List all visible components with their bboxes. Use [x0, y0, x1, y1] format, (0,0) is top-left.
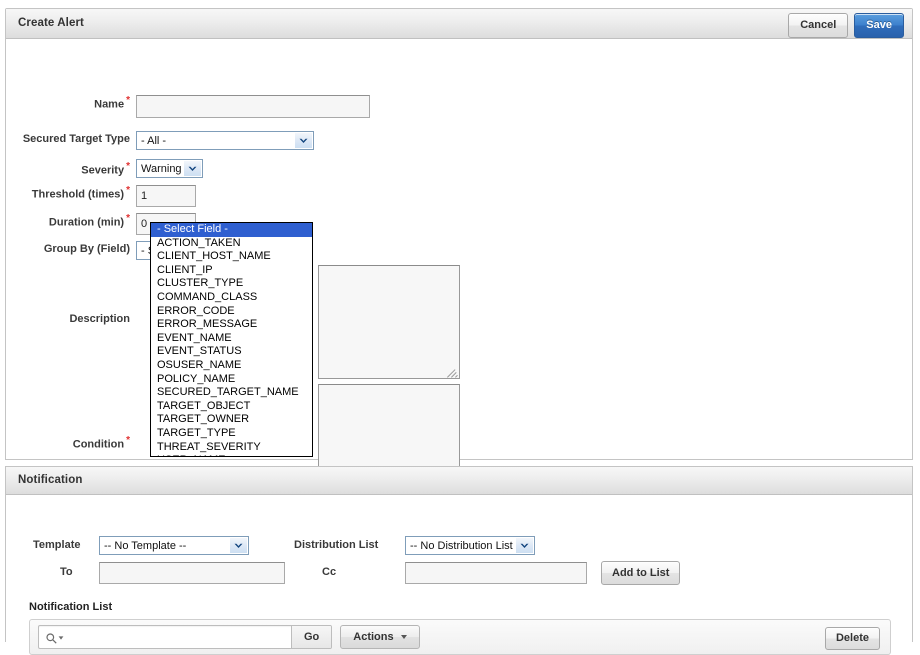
template-select[interactable]: -- No Template --: [99, 536, 249, 555]
label-secured-target-type: Secured Target Type: [22, 133, 130, 145]
group-by-option[interactable]: CLIENT_IP: [151, 264, 312, 278]
chevron-down-icon: [400, 635, 407, 639]
group-by-option[interactable]: USER_NAME: [151, 454, 312, 456]
group-by-option[interactable]: CLIENT_HOST_NAME: [151, 250, 312, 264]
create-alert-region: Create Alert Cancel Save Name * Secured T…: [5, 8, 913, 498]
field-row-severity: Severity * Warning: [6, 159, 203, 178]
group-by-option[interactable]: OSUSER_NAME: [151, 359, 312, 373]
label-group-by: Group By (Field): [43, 243, 130, 255]
label-name: Name *: [94, 95, 130, 111]
field-row-description: Description: [6, 313, 136, 325]
group-by-option[interactable]: TARGET_OBJECT: [151, 400, 312, 414]
search-box[interactable]: Go: [38, 625, 333, 649]
group-by-option[interactable]: THREAT_SEVERITY: [151, 441, 312, 455]
delete-button[interactable]: Delete: [824, 627, 880, 650]
group-by-option[interactable]: ERROR_MESSAGE: [151, 318, 312, 332]
field-row-threshold: Threshold (times) *: [6, 185, 196, 207]
cancel-button[interactable]: Cancel: [788, 13, 849, 38]
secured-target-type-value: - All -: [141, 135, 167, 147]
label-condition: Condition *: [72, 435, 130, 451]
label-duration: Duration (min) *: [48, 213, 130, 229]
label-severity: Severity *: [81, 161, 130, 177]
name-input[interactable]: [136, 95, 370, 118]
save-button[interactable]: Save: [854, 13, 904, 38]
page-title: Create Alert: [18, 17, 84, 29]
actions-button[interactable]: Actions: [340, 625, 420, 649]
description-textarea-wrap: [318, 265, 460, 379]
chevron-down-icon: [515, 538, 533, 553]
page-root: Create Alert Cancel Save Name * Secured T…: [0, 0, 920, 655]
secured-target-type-select[interactable]: - All -: [136, 131, 314, 150]
notification-header: Notification: [6, 467, 912, 495]
search-input[interactable]: [39, 626, 291, 648]
group-by-option[interactable]: - Select Field -: [151, 223, 312, 237]
notification-region: Notification Template -- No Template -- …: [5, 466, 913, 655]
template-value: -- No Template --: [104, 540, 187, 552]
notification-title: Notification: [18, 474, 83, 486]
description-textarea[interactable]: [318, 265, 460, 379]
notification-list-title: Notification List: [29, 601, 113, 613]
severity-select[interactable]: Warning: [136, 159, 203, 178]
severity-value: Warning: [141, 163, 182, 175]
group-by-listbox[interactable]: - Select Field - ACTION_TAKEN CLIENT_HOST_…: [150, 222, 313, 457]
required-asterisk: *: [126, 161, 130, 172]
required-asterisk: *: [126, 185, 130, 196]
field-row-name: Name *: [6, 95, 370, 118]
to-input[interactable]: [99, 562, 285, 584]
chevron-down-icon: [229, 538, 247, 553]
required-asterisk: *: [126, 95, 130, 106]
label-to: To: [60, 566, 73, 578]
label-distribution-list: Distribution List: [294, 539, 379, 551]
group-by-option[interactable]: ACTION_TAKEN: [151, 237, 312, 251]
go-button[interactable]: Go: [291, 626, 332, 648]
label-cc: Cc: [322, 566, 337, 578]
notification-body: Template -- No Template -- Distribution …: [6, 495, 912, 655]
threshold-input[interactable]: [136, 185, 196, 207]
label-template: Template: [33, 539, 81, 551]
chevron-down-icon: [183, 161, 201, 176]
field-row-condition: Condition *: [6, 435, 136, 451]
group-by-option[interactable]: SECURED_TARGET_NAME: [151, 386, 312, 400]
cc-input[interactable]: [405, 562, 587, 584]
group-by-option[interactable]: EVENT_STATUS: [151, 345, 312, 359]
group-by-option[interactable]: TARGET_TYPE: [151, 427, 312, 441]
group-by-option[interactable]: EVENT_NAME: [151, 332, 312, 346]
create-alert-header: Create Alert Cancel Save: [6, 9, 912, 39]
required-asterisk: *: [126, 213, 130, 224]
distribution-list-select[interactable]: -- No Distribution List --: [405, 536, 535, 555]
chevron-down-icon: [294, 133, 312, 148]
header-button-group: Cancel Save: [788, 13, 904, 38]
label-threshold: Threshold (times) *: [31, 185, 130, 201]
group-by-option[interactable]: POLICY_NAME: [151, 373, 312, 387]
group-by-option[interactable]: CLUSTER_TYPE: [151, 277, 312, 291]
required-asterisk: *: [126, 435, 130, 446]
group-by-option[interactable]: COMMAND_CLASS: [151, 291, 312, 305]
notification-list-toolbar: Go Actions Delete: [29, 619, 891, 655]
field-row-secured-target-type: Secured Target Type - All -: [6, 131, 314, 150]
group-by-option[interactable]: TARGET_OWNER: [151, 413, 312, 427]
label-description: Description: [69, 313, 130, 325]
search-control: Go: [38, 625, 333, 649]
create-alert-form: Name * Secured Target Type - All - Severi…: [6, 39, 912, 498]
group-by-option[interactable]: ERROR_CODE: [151, 305, 312, 319]
distribution-list-value: -- No Distribution List --: [410, 540, 524, 552]
add-to-list-button[interactable]: Add to List: [601, 561, 681, 585]
actions-label: Actions: [353, 631, 394, 643]
